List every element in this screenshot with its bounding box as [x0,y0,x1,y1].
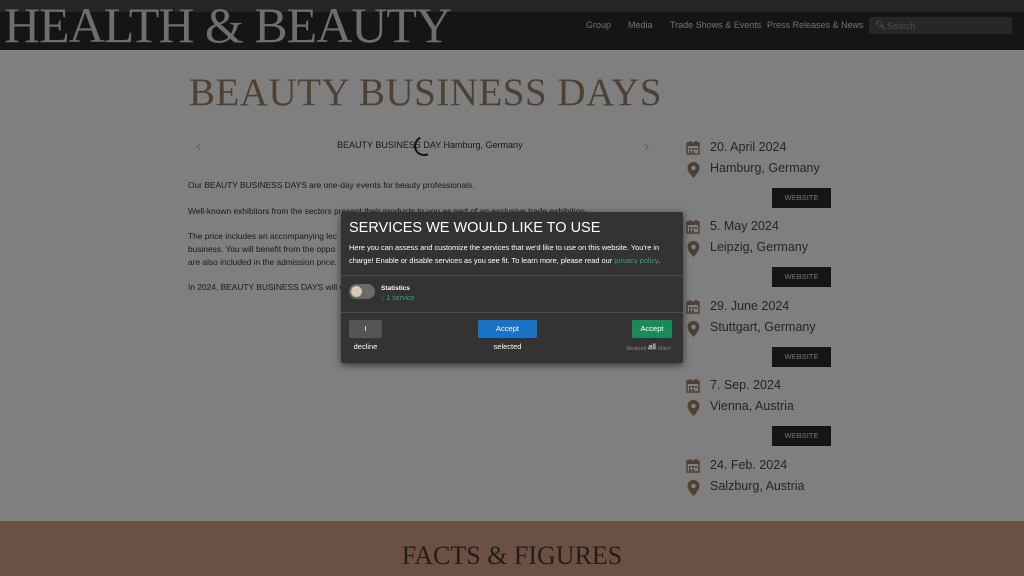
statistics-label: Statistics [381,285,410,292]
separator [341,275,683,276]
services-count-link[interactable]: ↓ 1 service [381,295,414,302]
klaro-credit-link[interactable]: Realized with Klaro! [627,346,671,352]
accept-all-button[interactable]: Accept all [632,320,672,351]
consent-dialog: SERVICES WE WOULD LIKE TO USE Here you c… [341,212,683,363]
accept-selected-button[interactable]: Accept selected [478,320,537,351]
consent-description: Here you can assess and customize the se… [349,242,675,267]
privacy-policy-link[interactable]: privacy policy [614,256,658,265]
toggle-knob [351,286,362,297]
decline-button[interactable]: I decline [349,320,382,351]
consent-title: SERVICES WE WOULD LIKE TO USE [349,220,601,236]
consent-text: Here you can assess and customize the se… [349,243,660,265]
separator [341,312,683,313]
consent-text-end: . [658,255,661,265]
statistics-toggle[interactable] [349,284,375,299]
